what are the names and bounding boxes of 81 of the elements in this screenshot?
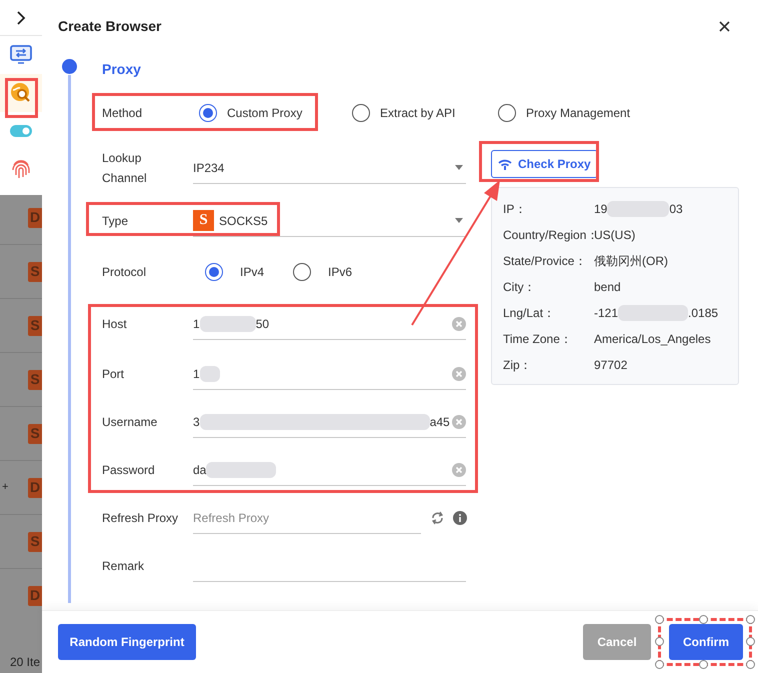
radio-label: Extract by API xyxy=(380,105,456,122)
field-label: Remark xyxy=(102,559,144,573)
field-label: Host xyxy=(102,317,127,331)
radio-label: IPv6 xyxy=(328,264,352,281)
field-label: Username xyxy=(102,415,158,429)
info-value: 03 xyxy=(669,201,683,218)
type-select[interactable]: S SOCKS5 xyxy=(193,205,466,237)
type-badge: S xyxy=(28,262,42,282)
radio-label: IPv4 xyxy=(240,264,264,281)
field-label: Lookup Channel xyxy=(102,150,148,187)
info-value: America/Los_Angeles xyxy=(594,331,711,348)
info-value: US(US) xyxy=(594,227,636,244)
type-badge: D xyxy=(28,478,42,498)
type-badge: D xyxy=(28,586,42,606)
text-input[interactable]: 3 a45 xyxy=(193,406,466,438)
highlight-frame xyxy=(5,78,38,118)
input-value-start: 3 xyxy=(193,414,200,430)
input-value-start: da xyxy=(193,462,206,478)
globe-search-icon[interactable] xyxy=(10,82,32,104)
type-badge: S xyxy=(28,424,42,444)
field-label: Password xyxy=(102,463,155,477)
refresh-proxy-field[interactable]: Refresh Proxy xyxy=(193,502,421,534)
dialog-title: Create Browser xyxy=(58,16,162,36)
field-label: Protocol xyxy=(102,265,146,279)
info-icon[interactable] xyxy=(453,511,467,525)
type-badge: D xyxy=(28,208,42,228)
info-label: IP： xyxy=(503,201,528,218)
input-value-end: 50 xyxy=(256,316,270,332)
radio-label: Proxy Management xyxy=(526,105,630,122)
type-badge: S xyxy=(28,532,42,552)
input-value-start: 1 xyxy=(193,366,200,382)
toggle-icon[interactable] xyxy=(10,125,32,137)
type-value: SOCKS5 xyxy=(219,212,268,230)
check-proxy-button[interactable]: Check Proxy xyxy=(491,150,598,178)
blurred-text xyxy=(206,462,276,478)
info-value: 俄勒冈州(OR) xyxy=(594,253,668,270)
info-label: Lng/Lat： xyxy=(503,305,556,322)
radio-button[interactable] xyxy=(205,263,223,281)
blurred-text xyxy=(200,366,220,382)
field-label: Method xyxy=(102,106,142,120)
section-title: Proxy xyxy=(102,60,141,79)
confirm-button[interactable]: Confirm xyxy=(669,624,743,660)
field-label: Refresh Proxy xyxy=(102,511,178,525)
lookup-channel-select[interactable]: IP234 xyxy=(193,152,466,184)
info-value: 19 xyxy=(594,201,608,218)
socks-badge-icon: S xyxy=(193,210,214,231)
text-input[interactable]: 1 50 xyxy=(193,308,466,340)
info-value: -121 xyxy=(594,305,618,322)
radio-button[interactable] xyxy=(293,263,311,281)
input-value-start: 1 xyxy=(193,316,200,332)
blurred-text xyxy=(200,316,256,332)
dropdown-caret-icon[interactable] xyxy=(455,165,463,170)
info-label: Time Zone： xyxy=(503,331,573,348)
chevron-right-icon[interactable] xyxy=(16,10,26,24)
monitor-icon[interactable] xyxy=(10,45,32,65)
type-badge: S xyxy=(28,316,42,336)
text-input[interactable]: da xyxy=(193,454,466,486)
info-label: Country/Region： xyxy=(503,227,594,244)
wifi-icon xyxy=(498,158,512,170)
dropdown-caret-icon[interactable] xyxy=(455,218,463,223)
item-count: 20 Ite xyxy=(9,654,40,671)
field-label: Type xyxy=(102,214,128,228)
radio-label: Custom Proxy xyxy=(227,105,302,122)
radio-button[interactable] xyxy=(199,104,217,122)
info-label: City： xyxy=(503,279,537,296)
info-value: 97702 xyxy=(594,357,628,374)
info-label: Zip： xyxy=(503,357,533,374)
radio-button[interactable] xyxy=(352,104,370,122)
fingerprint-icon[interactable] xyxy=(11,158,31,180)
info-value: .0185 xyxy=(688,305,718,322)
close-icon[interactable] xyxy=(719,20,730,32)
input-value-end: a45 xyxy=(430,414,450,430)
refresh-icon[interactable] xyxy=(431,511,444,525)
info-value: bend xyxy=(594,279,621,296)
radio-button[interactable] xyxy=(498,104,516,122)
field-label: Port xyxy=(102,367,124,381)
text-input[interactable]: 1 xyxy=(193,358,466,390)
plus-sign: + xyxy=(2,480,8,496)
info-label: State/Provice： xyxy=(503,253,588,270)
random-fingerprint-button[interactable]: Random Fingerprint xyxy=(58,624,196,660)
type-badge: S xyxy=(28,370,42,390)
